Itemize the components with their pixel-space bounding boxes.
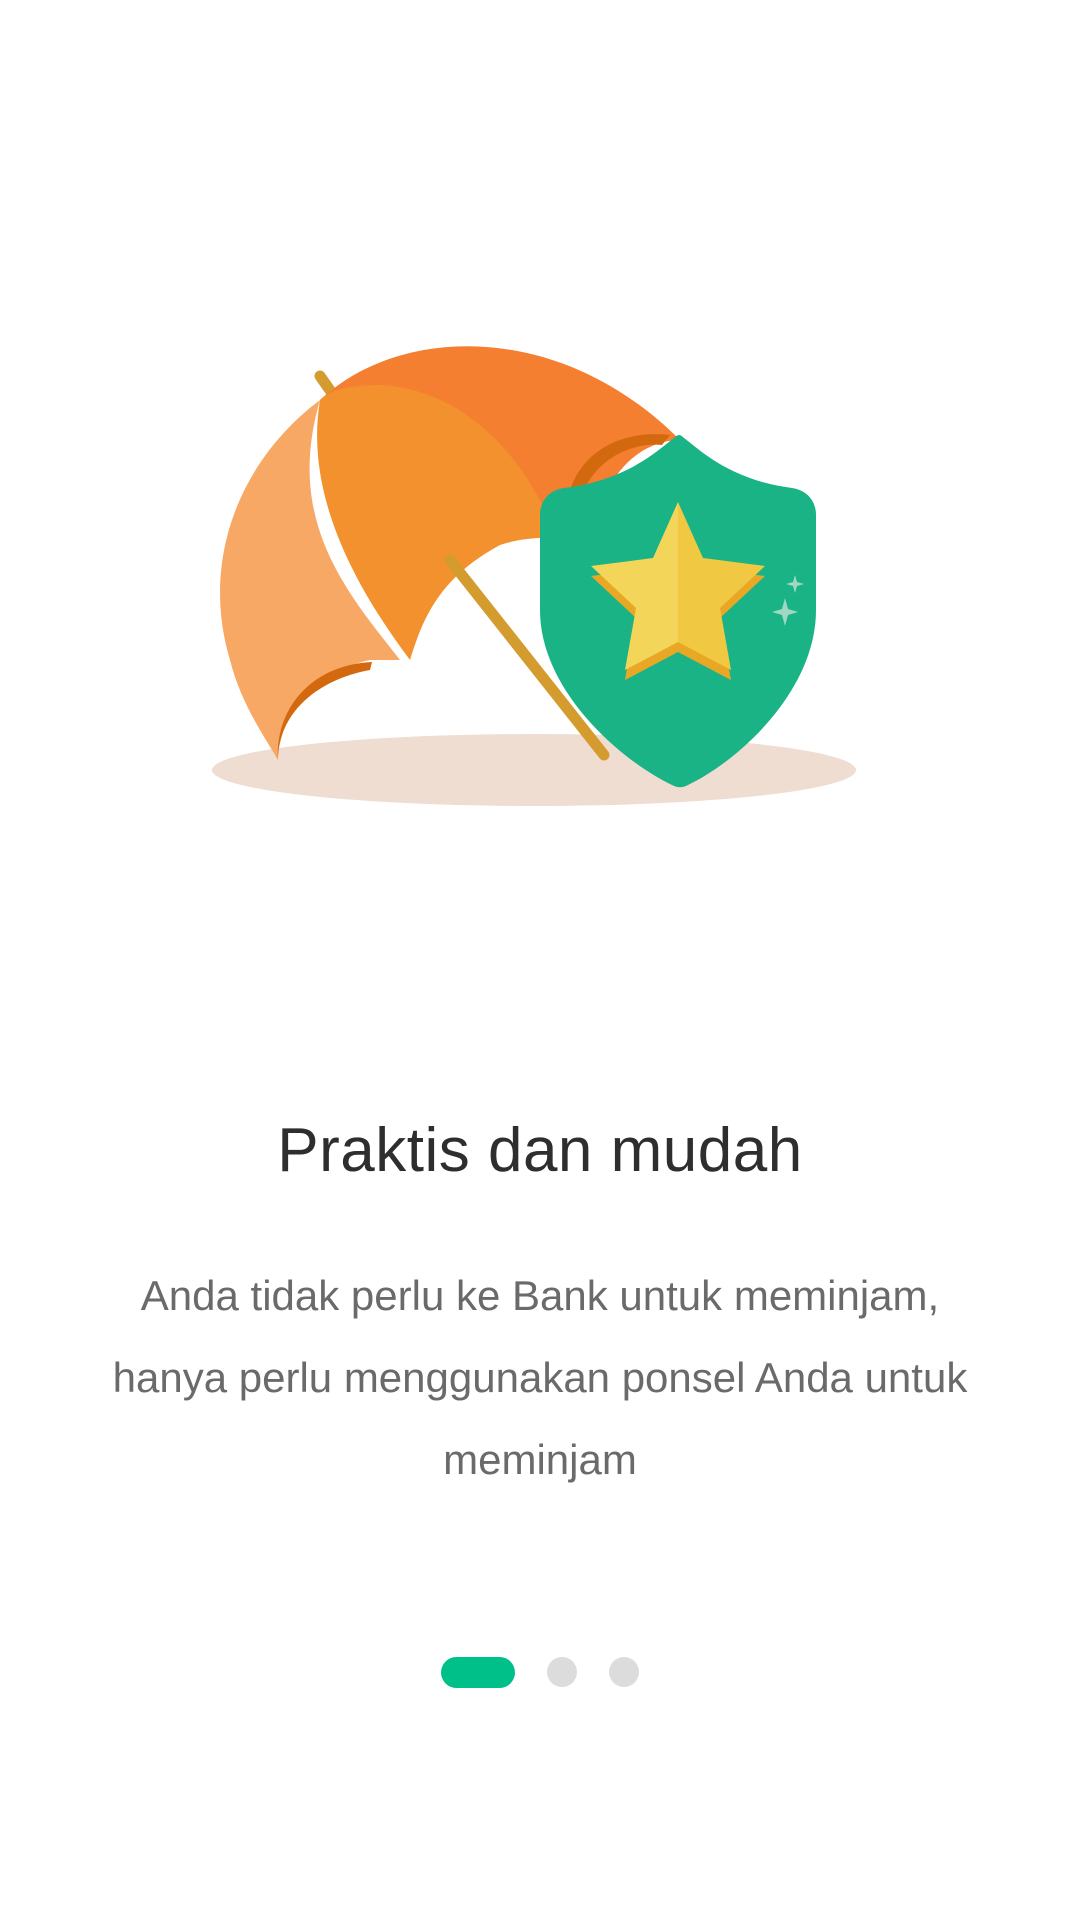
page-dot-1[interactable] bbox=[441, 1656, 515, 1688]
page-description: Anda tidak perlu ke Bank untuk meminjam,… bbox=[112, 1272, 968, 1483]
page-dot-3[interactable] bbox=[609, 1657, 639, 1687]
page-title: Praktis dan mudah bbox=[277, 1116, 803, 1185]
page-dot-2[interactable] bbox=[547, 1657, 577, 1687]
onboarding-screen: Praktis dan mudah Anda tidak perlu ke Ba… bbox=[0, 0, 1080, 1920]
onboarding-illustration bbox=[212, 346, 856, 806]
ground-shadow bbox=[212, 734, 856, 806]
page-indicator bbox=[0, 1656, 1080, 1688]
